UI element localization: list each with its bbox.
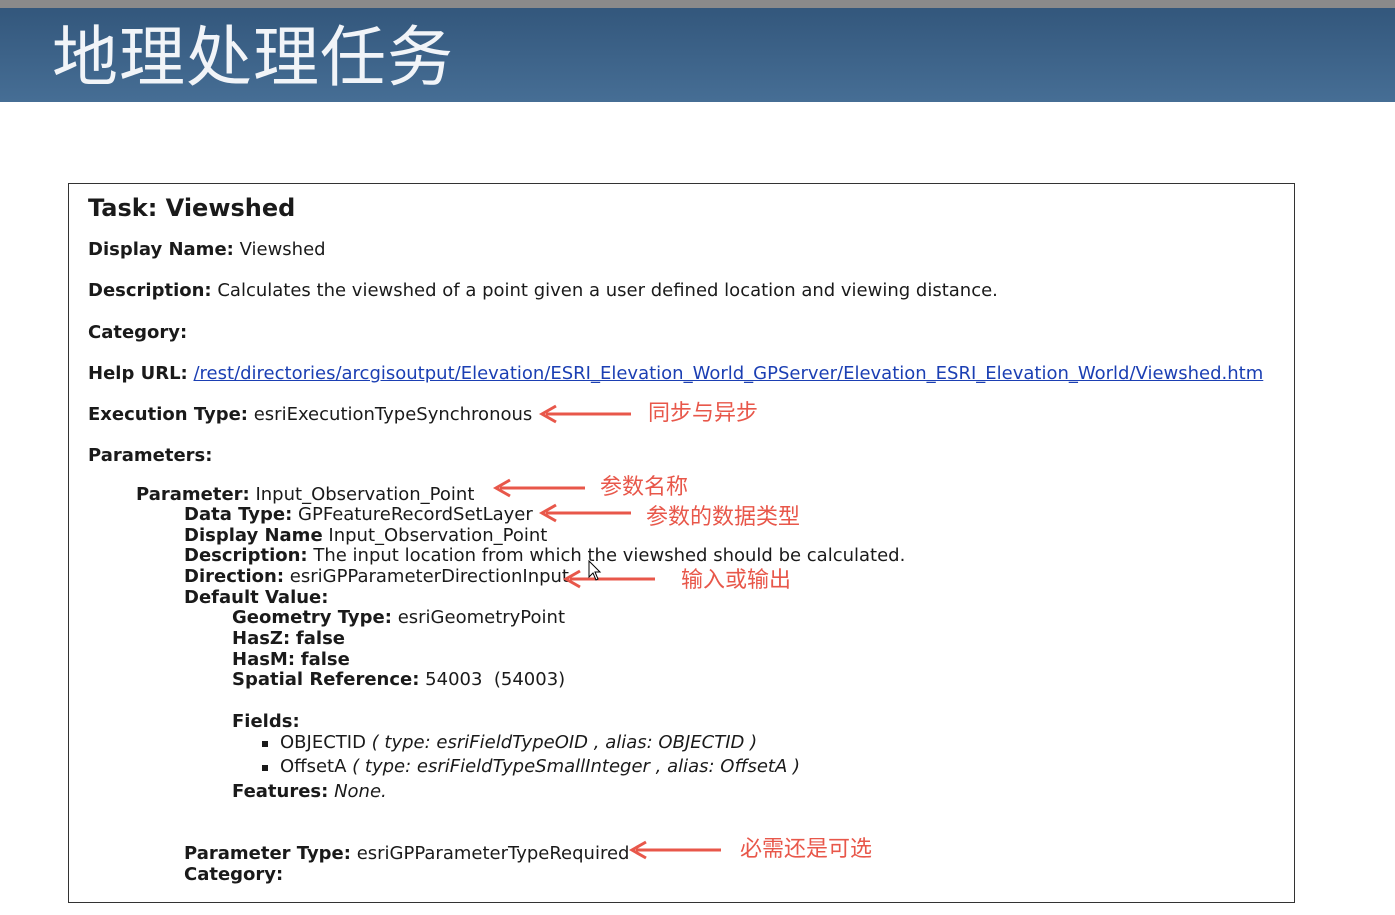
parameter-name-value: Input_Observation_Point [255, 484, 475, 505]
spatial-ref-label: Spatial Reference: [232, 669, 420, 690]
direction-label: Direction: [184, 566, 285, 587]
execution-type-label: Execution Type: [88, 404, 248, 425]
hasz-label: HasZ: [232, 628, 291, 649]
parameters-label: Parameters: [88, 445, 213, 466]
hasm-value: false [300, 649, 350, 670]
param-description-label: Description: [184, 545, 308, 566]
param-type-value: esriGPParameterTypeRequired [356, 843, 630, 864]
help-url-row: Help URL: /rest/directories/arcgisoutput… [88, 363, 1263, 385]
data-type-row: Data Type: GPFeatureRecordSetLayer [184, 504, 533, 526]
field-name: OBJECTID [280, 732, 366, 753]
parameter-name-label: Parameter: [136, 484, 250, 505]
task-panel: Task: Viewshed Display Name: Viewshed De… [68, 183, 1295, 903]
annotation-sync-async: 同步与异步 [648, 401, 759, 426]
param-category-label: Category: [184, 864, 284, 885]
parameter-name-row: Parameter: Input_Observation_Point [136, 484, 474, 506]
param-display-name-row: Display Name Input_Observation_Point [184, 525, 547, 547]
param-description-value: The input location from which the viewsh… [313, 545, 906, 566]
field-detail: ( type: esriFieldTypeSmallInteger , alia… [352, 756, 801, 777]
category-label: Category: [88, 322, 188, 343]
arrow-left-icon [628, 840, 721, 860]
annotation-input-output: 输入或输出 [681, 568, 792, 593]
arrow-left-icon [538, 503, 631, 523]
slide-title: 地理处理任务 [52, 19, 454, 96]
features-row: Features: None. [232, 781, 387, 803]
param-display-name-label: Display Name [184, 525, 323, 546]
data-type-value: GPFeatureRecordSetLayer [298, 504, 533, 525]
help-url-link[interactable]: /rest/directories/arcgisoutput/Elevation… [193, 363, 1263, 384]
annotation-required-optional: 必需还是可选 [740, 837, 873, 862]
description-row: Description: Calculates the viewshed of … [88, 280, 998, 302]
param-description-row: Description: The input location from whi… [184, 545, 905, 567]
description-value: Calculates the viewshed of a point given… [217, 280, 998, 301]
bullet-icon [262, 765, 268, 771]
features-label: Features: [232, 781, 329, 802]
parameters-heading: Parameters: [88, 445, 212, 467]
geometry-type-row: Geometry Type: esriGeometryPoint [232, 607, 565, 629]
hasm-label: HasM: [232, 649, 296, 670]
field-item: OBJECTID ( type: esriFieldTypeOID , alia… [280, 732, 757, 754]
direction-row: Direction: esriGPParameterDirectionInput [184, 566, 569, 588]
param-type-label: Parameter Type: [184, 843, 351, 864]
arrow-left-icon [492, 478, 585, 498]
field-item: OffsetA ( type: esriFieldTypeSmallIntege… [280, 756, 800, 778]
field-detail: ( type: esriFieldTypeOID , alias: OBJECT… [371, 732, 758, 753]
data-type-label: Data Type: [184, 504, 293, 525]
description-label: Description: [88, 280, 212, 301]
help-url-label: Help URL: [88, 363, 188, 384]
param-type-row: Parameter Type: esriGPParameterTypeRequi… [184, 843, 629, 865]
direction-value: esriGPParameterDirectionInput [289, 566, 569, 587]
features-value: None. [334, 781, 387, 802]
bullet-icon [262, 741, 268, 747]
task-title: Task: Viewshed [88, 194, 296, 222]
param-display-name-value: Input_Observation_Point [328, 525, 548, 546]
mouse-cursor-icon [588, 560, 602, 581]
execution-type-row: Execution Type: esriExecutionTypeSynchro… [88, 404, 532, 426]
annotation-param-name: 参数名称 [600, 475, 689, 500]
spatial-ref-value: 54003 (54003) [425, 669, 566, 690]
display-name-value: Viewshed [239, 239, 326, 260]
geometry-type-value: esriGeometryPoint [397, 607, 566, 628]
slide-banner: 地理处理任务 [0, 8, 1395, 102]
arrow-left-icon [538, 404, 631, 424]
field-name: OffsetA [280, 756, 347, 777]
hasz-row: HasZ: false [232, 628, 345, 650]
arrow-left-icon [562, 569, 655, 589]
geometry-type-label: Geometry Type: [232, 607, 392, 628]
fields-label: Fields: [232, 711, 300, 732]
execution-type-value: esriExecutionTypeSynchronous [253, 404, 533, 425]
display-name-row: Display Name: Viewshed [88, 239, 326, 261]
display-name-label: Display Name: [88, 239, 234, 260]
param-category-row: Category: [184, 864, 283, 886]
hasz-value: false [295, 628, 345, 649]
fields-heading: Fields: [232, 711, 300, 733]
hasm-row: HasM: false [232, 649, 350, 671]
category-row: Category: [88, 322, 187, 344]
annotation-param-datatype: 参数的数据类型 [646, 505, 801, 530]
top-strip [0, 0, 1395, 8]
default-value-label: Default Value: [184, 587, 329, 608]
default-value-row: Default Value: [184, 587, 328, 609]
spatial-ref-row: Spatial Reference: 54003 (54003) [232, 669, 565, 691]
